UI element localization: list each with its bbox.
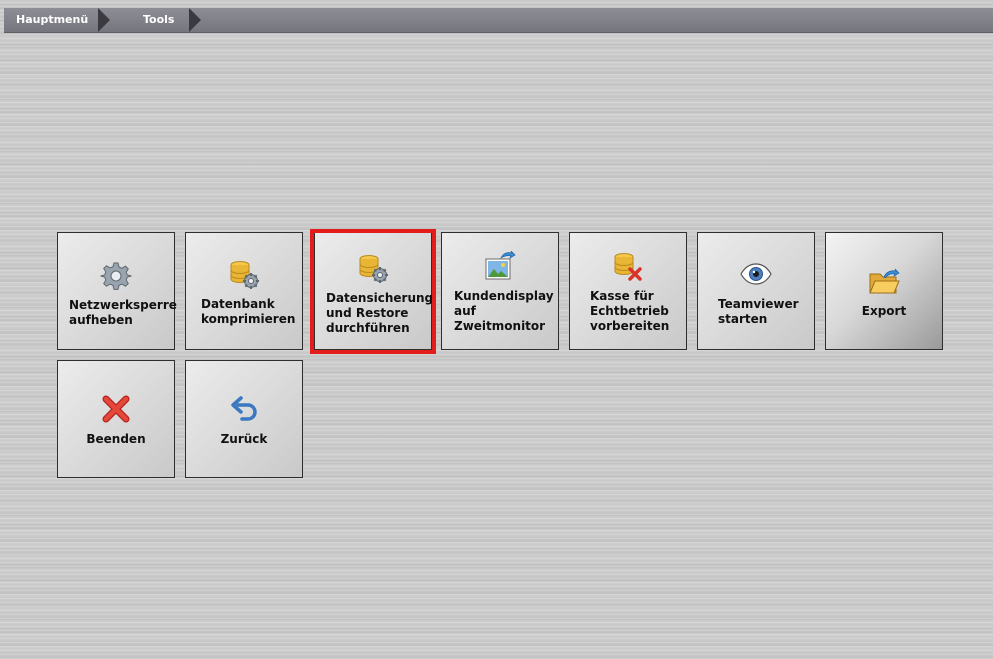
beenden-button[interactable]: Beenden <box>57 360 175 478</box>
database-delete-icon <box>612 250 644 282</box>
tile-label: Teamviewer starten <box>718 297 799 326</box>
breadcrumb-separator-icon <box>98 8 110 32</box>
tile-label: Netzwerksperre aufheben <box>69 298 177 327</box>
export-button[interactable]: Export <box>825 232 943 350</box>
gear-icon <box>100 260 132 292</box>
datenbank-komprimieren-button[interactable]: Datenbank komprimieren <box>185 232 303 350</box>
kundendisplay-auf-zweitmonitor-button[interactable]: Kundendisplay auf Zweitmonitor <box>441 232 559 350</box>
breadcrumb: Hauptmenü Tools <box>4 8 993 33</box>
tile-label: Beenden <box>86 432 146 446</box>
zurueck-button[interactable]: Zurück <box>185 360 303 478</box>
breadcrumb-item-tools[interactable]: Tools <box>143 8 174 32</box>
breadcrumb-separator-icon <box>189 8 201 32</box>
teamviewer-starten-button[interactable]: Teamviewer starten <box>697 232 815 350</box>
tile-label: Kundendisplay auf Zweitmonitor <box>454 289 554 333</box>
folder-export-icon <box>868 265 900 297</box>
selection-highlight <box>310 229 436 354</box>
undo-arrow-icon <box>228 393 260 425</box>
tile-label: Kasse für Echtbetrieb vorbereiten <box>590 289 670 333</box>
tile-label: Datenbank komprimieren <box>201 297 296 326</box>
breadcrumb-item-hauptmenu[interactable]: Hauptmenü <box>16 8 88 32</box>
database-gear-icon <box>228 258 260 290</box>
image-export-icon <box>484 250 516 282</box>
kasse-fuer-echtbetrieb-vorbereiten-button[interactable]: Kasse für Echtbetrieb vorbereiten <box>569 232 687 350</box>
netzwerksperre-aufheben-button[interactable]: Netzwerksperre aufheben <box>57 232 177 350</box>
eye-icon <box>740 258 772 290</box>
tile-label: Zurück <box>220 432 268 446</box>
tile-label: Export <box>861 304 907 318</box>
close-icon <box>100 393 132 425</box>
